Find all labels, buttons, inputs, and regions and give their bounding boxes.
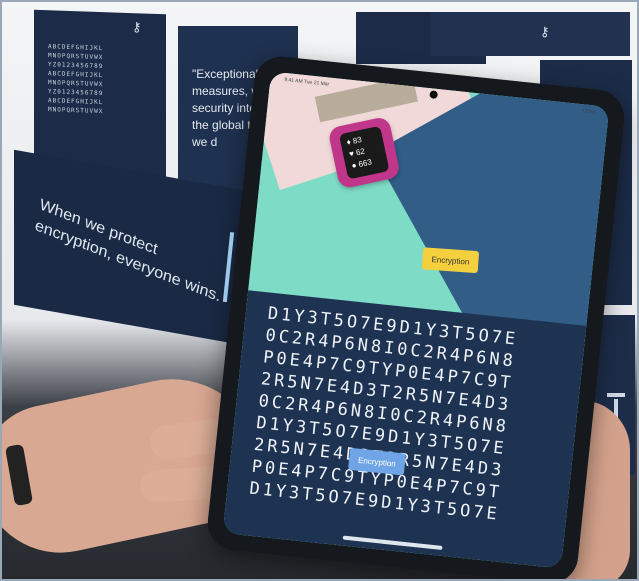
key-icon: ⚷ xyxy=(132,19,142,35)
key-icon: ⚷ xyxy=(540,24,550,39)
motto-text: When we protect encryption, everyone win… xyxy=(33,196,223,306)
heart-icon: ♥ xyxy=(348,148,355,159)
panel-grid-text: ABCDEFGHIJKL MNOPQRSTUVWX YZ0123456789 A… xyxy=(48,43,104,116)
encryption-button-top[interactable]: Encryption xyxy=(421,247,480,274)
watch-reading: 663 xyxy=(357,157,373,169)
cipher-text-panel: D1Y3T5O7E9D1Y3T5O7E 0C2R4P6N8I0C2R4P6N8 P0… xyxy=(222,290,587,569)
photo-scene: ⚷ ABCDEFGHIJKL MNOPQRSTUVWX YZ0123456789… xyxy=(0,0,639,581)
cipher-text-lines: D1Y3T5O7E9D1Y3T5O7E 0C2R4P6N8I0C2R4P6N8 P0… xyxy=(248,303,519,526)
status-battery: 100% xyxy=(581,108,595,116)
smartwatch-illustration: ♦ 83 ♥ 62 ● 663 xyxy=(327,115,401,190)
flame-icon: ● xyxy=(350,160,358,171)
tablet-screen[interactable]: ♦ 83 ♥ 62 ● 663 9:41 AM Tue 21 Mar 100% … xyxy=(222,71,610,569)
watch-reading: 83 xyxy=(351,135,363,146)
steps-icon: ♦ xyxy=(345,137,352,147)
tablet-device: ♦ 83 ♥ 62 ● 663 9:41 AM Tue 21 Mar 100% … xyxy=(205,53,627,581)
wall-panel-top-right: ⚷ xyxy=(430,12,630,56)
watch-face: ♦ 83 ♥ 62 ● 663 xyxy=(338,125,390,180)
watch-reading: 62 xyxy=(355,146,366,158)
